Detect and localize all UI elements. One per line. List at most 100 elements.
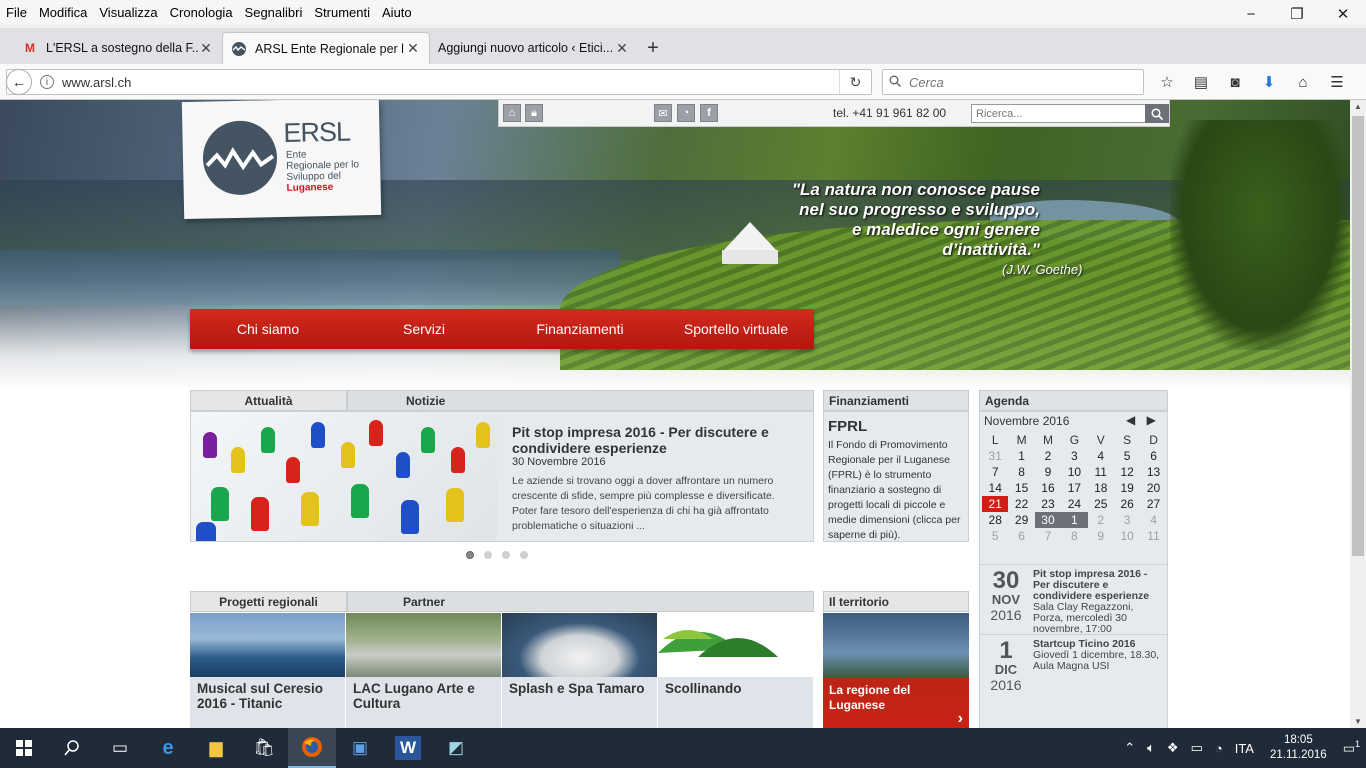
finanziamenti-panel[interactable]: FPRL Il Fondo di Promovimento Regionale …	[823, 411, 969, 542]
scroll-up-icon[interactable]: ▲	[1354, 102, 1362, 111]
project-card[interactable]: Scollinando	[658, 613, 813, 728]
chevron-right-icon[interactable]: ›	[958, 710, 963, 728]
wifi-icon[interactable]: ◔	[1215, 741, 1223, 756]
nav-chi-siamo[interactable]: Chi siamo	[190, 309, 346, 349]
reading-list-icon[interactable]: ▤	[1184, 69, 1218, 95]
download-icon[interactable]: ⬇	[1252, 69, 1286, 95]
tab-gmail[interactable]: M L'ERSL a sostegno della F... ✕	[14, 32, 222, 64]
slider-dot[interactable]	[520, 551, 528, 559]
calendar-day[interactable]: 3	[1061, 448, 1087, 464]
lock-icon[interactable]: 🔒︎	[525, 104, 543, 122]
calendar-day[interactable]: 2	[1088, 512, 1114, 528]
site-search-input[interactable]	[971, 104, 1148, 123]
home-icon[interactable]: ⌂	[1286, 69, 1320, 95]
calendar-day[interactable]: 27	[1140, 496, 1166, 512]
agenda-event[interactable]: 30 NOV 2016 Pit stop impresa 2016 - Per …	[980, 564, 1167, 635]
calendar-day[interactable]: 11	[1140, 528, 1166, 544]
calendar-day[interactable]: 5	[1114, 448, 1140, 464]
prev-month-icon[interactable]: ◀	[1126, 413, 1135, 427]
reload-icon[interactable]: ↻	[839, 70, 871, 94]
news-title[interactable]: Pit stop impresa 2016 - Per discutere e …	[512, 424, 802, 456]
battery-icon[interactable]: ▭	[1191, 740, 1203, 756]
calendar-day[interactable]: 7	[1035, 528, 1061, 544]
calendar-day[interactable]: 2	[1035, 448, 1061, 464]
slider-dot[interactable]	[502, 551, 510, 559]
news-image[interactable]	[191, 412, 497, 541]
menu-aiuto[interactable]: Aiuto	[382, 5, 412, 20]
calendar-day[interactable]: 19	[1114, 480, 1140, 496]
calendar-day[interactable]: 6	[1008, 528, 1034, 544]
mail-icon[interactable]: ✉	[654, 104, 672, 122]
calendar-day[interactable]: 12	[1114, 464, 1140, 480]
calendar-day[interactable]: 9	[1035, 464, 1061, 480]
store-icon[interactable]: 🛍︎	[240, 728, 288, 768]
calendar-day[interactable]: 8	[1008, 464, 1034, 480]
calendar-day[interactable]: 24	[1061, 496, 1087, 512]
calendar-day[interactable]: 31	[982, 448, 1008, 464]
calendar-day[interactable]: 14	[982, 480, 1008, 496]
browser-search-input[interactable]	[909, 74, 1129, 90]
firefox-icon[interactable]	[288, 728, 336, 768]
volume-icon[interactable]: 🔈︎	[1147, 740, 1155, 756]
calendar-day[interactable]: 26	[1114, 496, 1140, 512]
tab-arsl[interactable]: ARSL Ente Regionale per l... ✕	[222, 32, 430, 64]
menu-file[interactable]: File	[6, 5, 27, 20]
agenda-event[interactable]: 1 DIC 2016 Startcup Ticino 2016 Giovedì …	[980, 634, 1167, 704]
calendar-day[interactable]: 17	[1061, 480, 1087, 496]
new-tab-button[interactable]: +	[638, 32, 668, 64]
tab-partner[interactable]: Partner	[347, 591, 814, 612]
language-indicator[interactable]: ITA	[1235, 741, 1254, 756]
slider-dot[interactable]	[466, 551, 474, 559]
info-icon[interactable]: i	[40, 75, 54, 89]
dropbox-icon[interactable]: ❖	[1167, 740, 1179, 756]
calendar-day[interactable]: 10	[1061, 464, 1087, 480]
calendar-day[interactable]: 5	[982, 528, 1008, 544]
close-window-button[interactable]: ✕	[1320, 0, 1366, 28]
menu-strumenti[interactable]: Strumenti	[314, 5, 370, 20]
bookmark-star-icon[interactable]: ☆	[1150, 69, 1184, 95]
calendar-day[interactable]: 21	[982, 496, 1009, 512]
close-tab-icon[interactable]: ✕	[198, 40, 214, 57]
menu-cronologia[interactable]: Cronologia	[170, 5, 233, 20]
calendar-day[interactable]: 6	[1140, 448, 1166, 464]
calendar-day[interactable]: 22	[1008, 496, 1034, 512]
hamburger-menu-icon[interactable]: ☰	[1320, 69, 1354, 95]
calendar-day[interactable]: 18	[1088, 480, 1114, 496]
address-bar[interactable]: ← i www.arsl.ch ↻	[6, 69, 872, 95]
url-text[interactable]: www.arsl.ch	[62, 75, 839, 90]
calendar-day[interactable]: 7	[982, 464, 1008, 480]
calendar-day[interactable]: 4	[1140, 512, 1166, 528]
calendar-day[interactable]: 4	[1088, 448, 1114, 464]
task-view-icon[interactable]: ▭	[96, 728, 144, 768]
calendar-day[interactable]: 8	[1061, 528, 1087, 544]
tab-aggiungi-articolo[interactable]: Aggiungi nuovo articolo ‹ Etici... ✕	[430, 32, 638, 64]
tab-notizie[interactable]: Notizie	[347, 390, 814, 411]
chevron-up-icon[interactable]: ⌃	[1124, 740, 1135, 756]
pocket-icon[interactable]: ◙	[1218, 69, 1252, 95]
rss-icon[interactable]: ◔	[677, 104, 695, 122]
calendar-day[interactable]: 28	[982, 512, 1008, 528]
nav-finanziamenti[interactable]: Finanziamenti	[502, 309, 658, 349]
search-icon[interactable]	[48, 728, 96, 768]
slider-dot[interactable]	[484, 551, 492, 559]
minimize-button[interactable]: −	[1228, 0, 1274, 28]
close-tab-icon[interactable]: ✕	[405, 40, 421, 57]
calendar-day[interactable]: 13	[1140, 464, 1166, 480]
nav-servizi[interactable]: Servizi	[346, 309, 502, 349]
scroll-down-icon[interactable]: ▼	[1354, 717, 1362, 726]
calendar-day[interactable]: 23	[1035, 496, 1061, 512]
calendar-day[interactable]: 16	[1035, 480, 1061, 496]
site-logo[interactable]: ERSL Ente Regionale per lo Sviluppo del …	[181, 100, 382, 220]
menu-visualizza[interactable]: Visualizza	[99, 5, 157, 20]
fprl-title[interactable]: FPRL	[828, 418, 867, 435]
home-icon[interactable]: ⌂	[503, 104, 521, 122]
calendar-day[interactable]: 15	[1008, 480, 1034, 496]
calendar-day[interactable]: 25	[1088, 496, 1114, 512]
word-icon[interactable]: W	[395, 736, 421, 760]
project-card[interactable]: LAC Lugano Arte e Cultura	[346, 613, 501, 728]
app-icon[interactable]: ◩	[432, 728, 480, 768]
territorio-card[interactable]: La regione del Luganese ›	[823, 613, 969, 728]
clock[interactable]: 18:05 21.11.2016	[1270, 733, 1327, 763]
site-search-button[interactable]	[1145, 104, 1169, 123]
project-card[interactable]: Musical sul Ceresio 2016 - Titanic	[190, 613, 345, 728]
